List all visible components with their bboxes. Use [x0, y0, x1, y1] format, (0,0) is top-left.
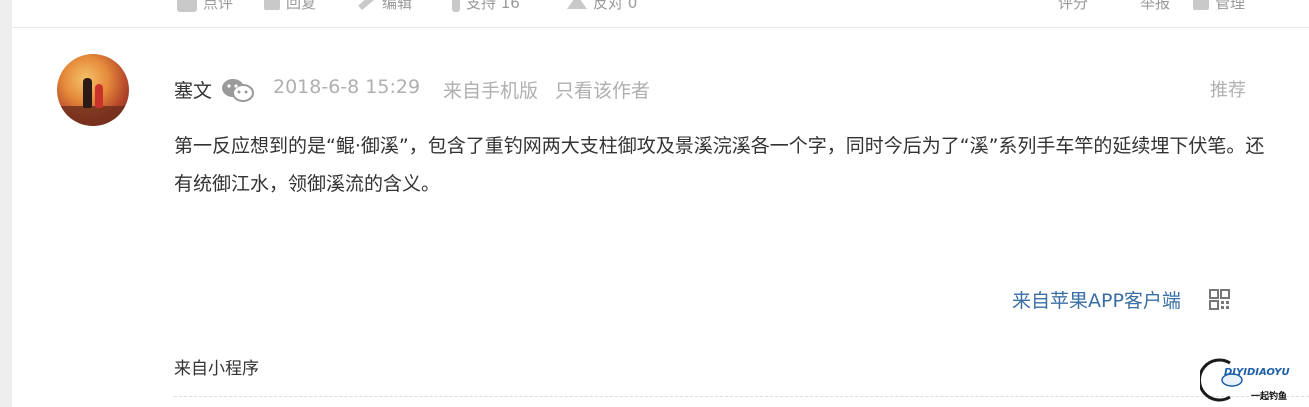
- avatar[interactable]: [57, 54, 129, 126]
- watermark-subtext: 一起钓鱼: [1251, 392, 1288, 402]
- rate-label: 评分: [1058, 0, 1089, 12]
- client-link[interactable]: 来自苹果APP客户端: [1012, 286, 1181, 313]
- comment-icon: [177, 0, 197, 12]
- report-button[interactable]: 举报: [1140, 0, 1170, 13]
- reply-icon: [264, 0, 280, 10]
- divider: [174, 396, 1309, 397]
- rate-button[interactable]: 评分: [1058, 0, 1088, 13]
- comment-label: 点评: [203, 0, 234, 12]
- manage-icon: [1193, 0, 1209, 10]
- wechat-icon: [222, 79, 254, 102]
- author-name[interactable]: 塞文: [174, 76, 212, 103]
- avatar-figure: [83, 78, 92, 108]
- thumb-down-icon: [567, 0, 587, 9]
- thumb-up-icon: [452, 0, 460, 12]
- reply-button[interactable]: 回复: [264, 0, 316, 13]
- support-button[interactable]: 支持 16: [452, 0, 520, 13]
- edit-icon: [358, 0, 376, 11]
- manage-label: 管理: [1215, 0, 1246, 12]
- comment-button[interactable]: 点评: [177, 0, 233, 13]
- post-source: 来自手机版: [443, 80, 539, 102]
- qr-code-icon[interactable]: [1209, 289, 1230, 310]
- avatar-ground: [57, 106, 129, 126]
- watermark-text: DIYIDIAOYU: [1224, 367, 1290, 378]
- only-author-link[interactable]: 只看该作者: [555, 76, 650, 103]
- report-label: 举报: [1140, 0, 1171, 12]
- post-content: 第一反应想到的是“鲲·御溪”，包含了重钓网两大支柱御攻及景溪浣溪各一个字，同时今…: [174, 135, 1265, 195]
- mini-program-source: 来自小程序: [174, 359, 259, 379]
- recommend-button[interactable]: 推荐: [1210, 76, 1246, 102]
- edit-button[interactable]: 编辑: [358, 0, 412, 13]
- post-action-bar: 点评 回复 编辑 支持 16 反对 0 评分 举报 管理: [12, 0, 1309, 28]
- edit-label: 编辑: [382, 0, 413, 12]
- manage-button[interactable]: 管理: [1193, 0, 1245, 13]
- post-container: 点评 回复 编辑 支持 16 反对 0 评分 举报 管理 塞文 2018-6-8…: [12, 0, 1309, 407]
- post-time: 2018-6-8 15:29: [273, 76, 421, 98]
- oppose-label: 反对 0: [593, 0, 638, 12]
- support-label: 支持 16: [466, 0, 520, 12]
- oppose-button[interactable]: 反对 0: [567, 0, 637, 13]
- reply-label: 回复: [286, 0, 317, 12]
- avatar-figure: [95, 84, 103, 108]
